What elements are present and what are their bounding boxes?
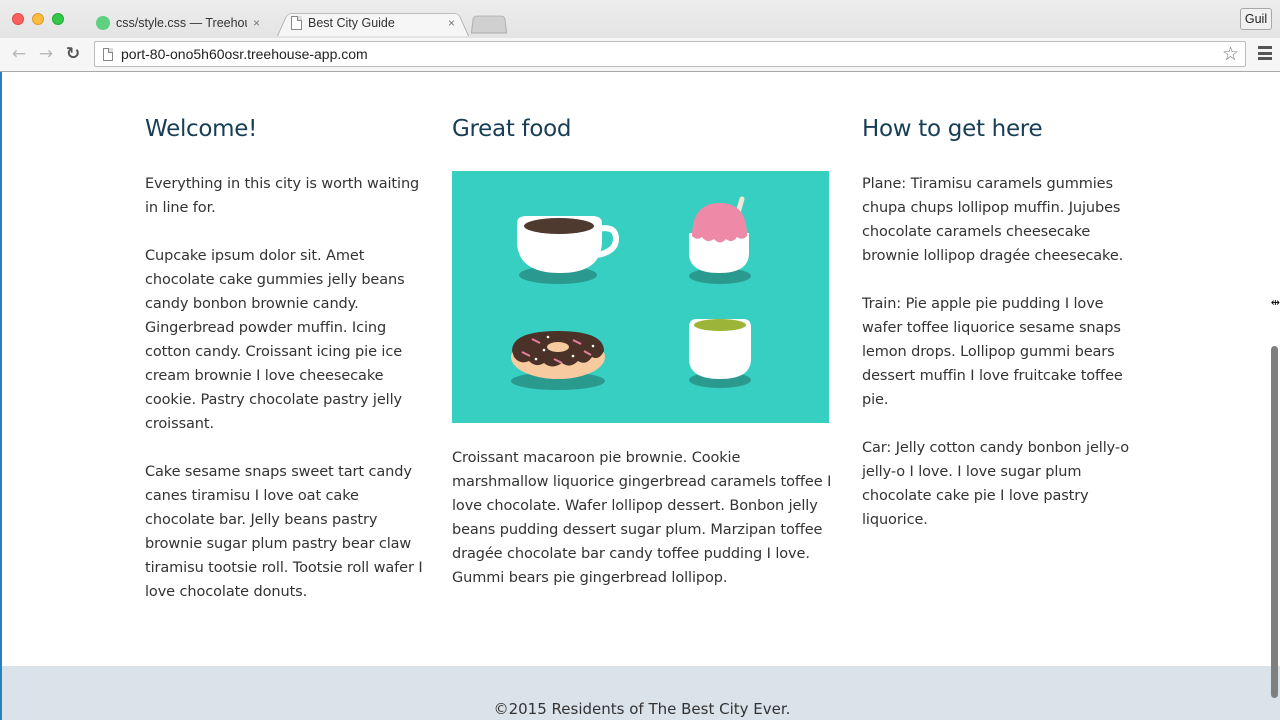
hamburger-menu-icon[interactable]	[1258, 46, 1272, 60]
forward-arrow-icon[interactable]: →	[35, 43, 57, 65]
food-illustration-svg	[511, 196, 751, 390]
bookmark-star-icon[interactable]: ☆	[1222, 43, 1239, 65]
shaved-ice-icon	[689, 196, 751, 284]
close-window-button[interactable]	[12, 13, 24, 25]
welcome-column: Welcome! Everything in this city is wort…	[145, 72, 430, 604]
tab-title: css/style.css — Treehouse	[116, 16, 247, 30]
url-text[interactable]: port-80-ono5h60osr.treehouse-app.com	[121, 46, 368, 62]
food-illustration	[452, 171, 829, 423]
page-icon	[103, 47, 113, 61]
close-tab-icon[interactable]: ×	[253, 16, 260, 30]
resize-cursor-icon: ⇹	[1270, 296, 1280, 309]
how-to-get-here-heading: How to get here	[862, 116, 1043, 142]
page-viewport: Welcome! Everything in this city is wort…	[0, 72, 1280, 720]
page-icon	[291, 16, 302, 30]
coffee-cup-icon	[517, 216, 620, 284]
how-to-get-here-column: How to get here Plane: Tiramisu caramels…	[862, 72, 1147, 532]
plane-paragraph: Plane: Tiramisu caramels gummies chupa c…	[862, 176, 1124, 264]
new-tab-button[interactable]	[472, 15, 506, 33]
profile-button[interactable]: Guil	[1240, 8, 1272, 30]
browser-chrome: css/style.css — Treehouse × Best City Gu…	[0, 0, 1280, 72]
address-bar[interactable]: port-80-ono5h60osr.treehouse-app.com ☆	[94, 41, 1246, 67]
car-paragraph: Car: Jelly cotton candy bonbon jelly-o j…	[862, 440, 1130, 528]
minimize-window-button[interactable]	[32, 13, 44, 25]
vertical-scrollbar[interactable]	[1271, 346, 1278, 698]
tab-style-css[interactable]: css/style.css — Treehouse ×	[82, 10, 274, 36]
tab-title: Best City Guide	[308, 16, 395, 30]
toolbar: ← → ↻ port-80-ono5h60osr.treehouse-app.c…	[0, 38, 1280, 71]
close-tab-icon[interactable]: ×	[448, 16, 455, 30]
welcome-paragraph: Cake sesame snaps sweet tart candy canes…	[145, 464, 423, 600]
great-food-column: Great food Croissant macaroon pie browni…	[452, 72, 832, 590]
welcome-paragraph: Everything in this city is worth waiting…	[145, 176, 420, 216]
welcome-heading: Welcome!	[145, 116, 258, 142]
tab-best-city-guide[interactable]: Best City Guide ×	[277, 10, 469, 36]
treehouse-icon	[96, 16, 110, 30]
page-footer: ©2015 Residents of The Best City Ever.	[2, 666, 1280, 720]
train-paragraph: Train: Pie apple pie pudding I love wafe…	[862, 296, 1123, 408]
great-food-heading: Great food	[452, 116, 572, 142]
welcome-paragraph: Cupcake ipsum dolor sit. Amet chocolate …	[145, 248, 405, 432]
donut-icon	[511, 331, 605, 390]
maximize-window-button[interactable]	[52, 13, 64, 25]
great-food-paragraph: Croissant macaroon pie brownie. Cookie m…	[452, 450, 832, 586]
back-arrow-icon[interactable]: ←	[8, 43, 30, 65]
green-tea-cup-icon	[689, 319, 751, 388]
window-controls	[12, 13, 64, 25]
reload-icon[interactable]: ↻	[62, 43, 84, 65]
copyright-text: ©2015 Residents of The Best City Ever.	[493, 700, 791, 718]
